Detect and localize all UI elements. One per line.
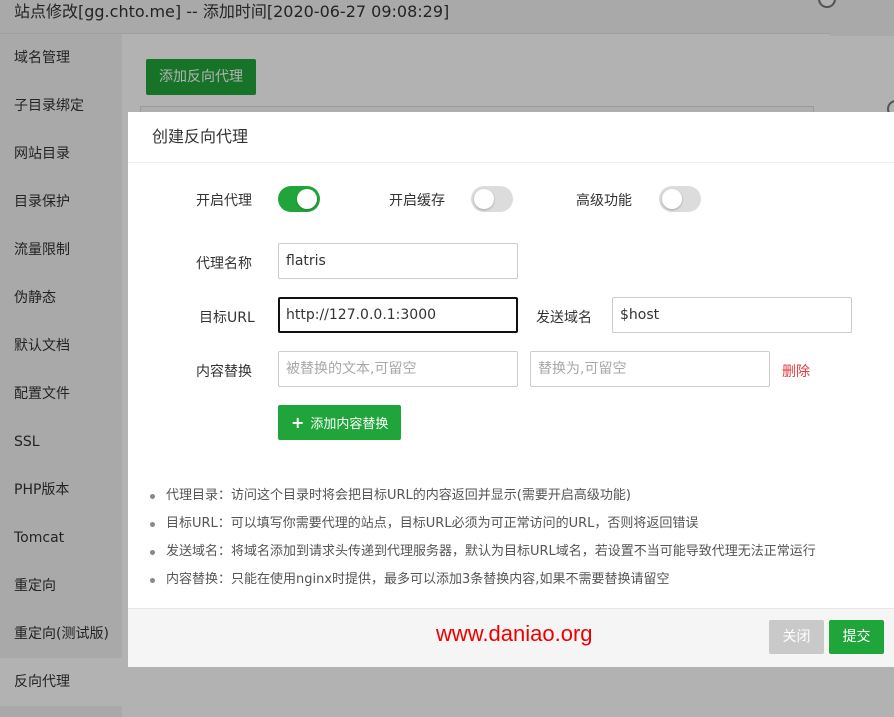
close-button[interactable]: 关闭 xyxy=(769,620,824,654)
replace-to-input[interactable] xyxy=(530,351,770,387)
watermark-text: www.daniao.org xyxy=(436,621,593,646)
send-domain-label: 发送域名 xyxy=(536,310,592,326)
help-tips: 代理目录：访问这个目录时将会把目标URL的内容返回并显示(需要开启高级功能) 目… xyxy=(146,482,816,594)
submit-button[interactable]: 提交 xyxy=(829,620,884,654)
enable-cache-toggle[interactable] xyxy=(471,186,513,212)
send-domain-input[interactable] xyxy=(612,297,852,333)
dialog-footer: www.daniao.org 关闭 提交 xyxy=(128,608,894,667)
content-replace-label: 内容替换 xyxy=(196,364,252,380)
advanced-toggle[interactable] xyxy=(659,186,701,212)
target-url-label: 目标URL xyxy=(199,310,255,326)
tip-item: 代理目录：访问这个目录时将会把目标URL的内容返回并显示(需要开启高级功能) xyxy=(146,482,816,510)
replace-from-input[interactable] xyxy=(278,351,518,387)
dialog-title: 创建反向代理 xyxy=(128,112,894,163)
create-reverse-proxy-dialog: 创建反向代理 开启代理 开启缓存 高级功能 代理名称 目标URL 发送域名 内容… xyxy=(128,112,894,667)
tip-item: 内容替换：只能在使用nginx时提供，最多可以添加3条替换内容,如果不需要替换请… xyxy=(146,566,816,594)
add-content-replace-button[interactable]: + 添加内容替换 xyxy=(278,405,402,440)
proxy-name-label: 代理名称 xyxy=(196,256,252,272)
enable-cache-label: 开启缓存 xyxy=(389,193,445,209)
delete-replace-link[interactable]: 删除 xyxy=(782,361,810,381)
advanced-label: 高级功能 xyxy=(576,193,632,209)
enable-proxy-label: 开启代理 xyxy=(196,193,252,209)
add-content-replace-label: 添加内容替换 xyxy=(310,417,389,432)
tip-item: 目标URL：可以填写你需要代理的站点，目标URL必须为可正常访问的URL，否则将… xyxy=(146,510,816,538)
plus-icon: + xyxy=(291,413,305,432)
enable-proxy-toggle[interactable] xyxy=(278,186,320,212)
target-url-input[interactable] xyxy=(278,297,518,333)
proxy-name-input[interactable] xyxy=(278,243,518,279)
tip-item: 发送域名：将域名添加到请求头传递到代理服务器，默认为目标URL域名，若设置不当可… xyxy=(146,538,816,566)
